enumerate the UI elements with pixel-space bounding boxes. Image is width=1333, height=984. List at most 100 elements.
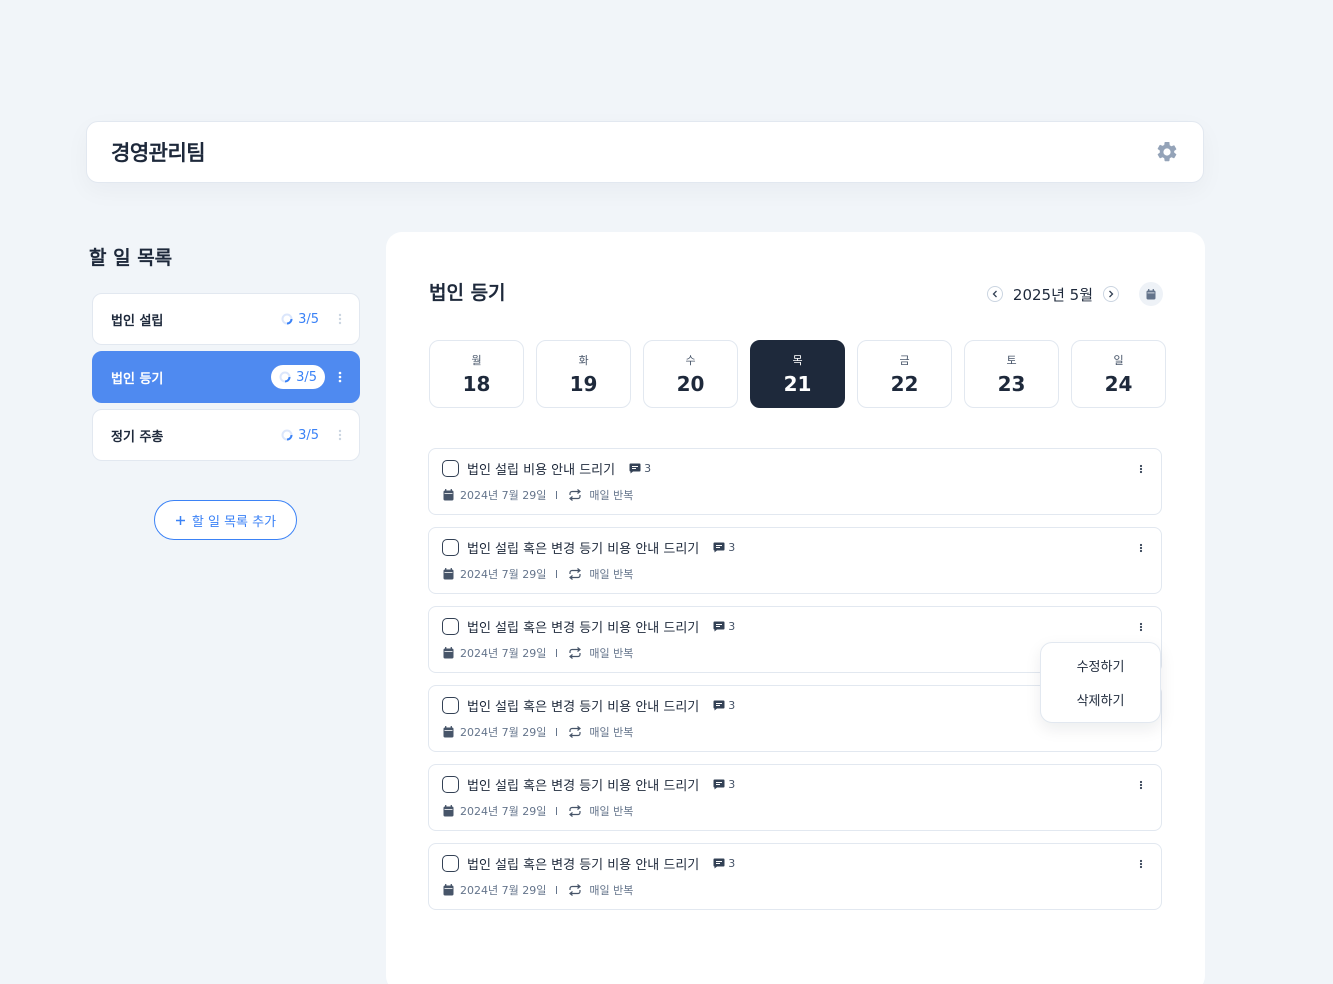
calendar-button[interactable] xyxy=(1139,282,1163,306)
sidebar-item-corporate-setup[interactable]: 법인 설립 3/5 xyxy=(92,293,360,345)
divider xyxy=(556,570,558,578)
task-date: 2024년 7월 29일 xyxy=(460,647,547,660)
divider xyxy=(556,649,558,657)
task-item: 법인 설립 비용 안내 드리기 3 2024년 7월 29일 매일 반복 xyxy=(428,448,1162,515)
day-number: 22 xyxy=(890,372,919,396)
prev-month-button[interactable] xyxy=(986,286,1003,302)
day-number: 18 xyxy=(462,372,491,396)
day-friday[interactable]: 금 22 xyxy=(857,340,952,408)
sidebar-item-annual-meeting[interactable]: 정기 주총 3/5 xyxy=(92,409,360,461)
task-title[interactable]: 법인 설립 혹은 변경 등기 비용 안내 드리기 xyxy=(467,854,699,873)
calendar-icon xyxy=(443,805,454,817)
kebab-menu-icon[interactable] xyxy=(333,427,347,443)
task-date: 2024년 7월 29일 xyxy=(460,726,547,739)
edit-menu-item[interactable]: 수정하기 xyxy=(1061,652,1141,679)
sidebar-item-label: 법인 등기 xyxy=(111,371,164,387)
task-title[interactable]: 법인 설립 혹은 변경 등기 비용 안내 드리기 xyxy=(467,696,699,715)
task-checkbox[interactable] xyxy=(442,460,459,477)
task-checkbox[interactable] xyxy=(442,539,459,556)
month-label: 2025년 5월 xyxy=(1012,285,1093,304)
progress-indicator: 3/5 xyxy=(275,426,325,445)
task-title[interactable]: 법인 설립 비용 안내 드리기 xyxy=(467,459,615,478)
task-context-menu: 수정하기 삭제하기 xyxy=(1040,642,1161,723)
comment-count[interactable]: 3 xyxy=(713,699,735,712)
task-item: 법인 설립 혹은 변경 등기 비용 안내 드리기 3 2024년 7월 29일 … xyxy=(428,843,1162,910)
comment-count-value: 3 xyxy=(728,541,736,554)
panel-title: 법인 등기 xyxy=(429,282,506,304)
plus-icon xyxy=(175,515,185,525)
day-number: 19 xyxy=(569,372,598,396)
repeat-icon xyxy=(569,647,582,659)
task-checkbox[interactable] xyxy=(442,697,459,714)
delete-menu-item[interactable]: 삭제하기 xyxy=(1061,686,1141,713)
gear-icon[interactable] xyxy=(1155,140,1179,164)
task-checkbox[interactable] xyxy=(442,618,459,635)
repeat-icon xyxy=(569,489,582,501)
day-saturday[interactable]: 토 23 xyxy=(964,340,1059,408)
repeat-icon xyxy=(569,568,582,580)
day-of-week: 목 xyxy=(792,354,803,367)
task-title[interactable]: 법인 설립 혹은 변경 등기 비용 안내 드리기 xyxy=(467,775,699,794)
repeat-icon xyxy=(569,884,582,896)
sidebar-item-label: 정기 주총 xyxy=(111,429,164,445)
day-wednesday[interactable]: 수 20 xyxy=(643,340,738,408)
day-number: 21 xyxy=(783,372,812,396)
comment-icon xyxy=(713,858,725,869)
chevron-right-icon xyxy=(1109,290,1114,298)
sidebar-item-label: 법인 설립 xyxy=(111,313,164,329)
task-repeat: 매일 반복 xyxy=(589,647,634,660)
day-of-week: 토 xyxy=(1006,354,1017,367)
task-menu-icon[interactable] xyxy=(1135,856,1147,872)
comment-count[interactable]: 3 xyxy=(629,462,651,475)
task-checkbox[interactable] xyxy=(442,776,459,793)
task-date: 2024년 7월 29일 xyxy=(460,884,547,897)
task-checkbox[interactable] xyxy=(442,855,459,872)
day-of-week: 월 xyxy=(471,354,482,367)
progress-ring-icon xyxy=(281,429,293,441)
kebab-menu-icon[interactable] xyxy=(333,311,347,327)
task-title[interactable]: 법인 설립 혹은 변경 등기 비용 안내 드리기 xyxy=(467,538,699,557)
task-menu-icon[interactable] xyxy=(1135,777,1147,793)
divider xyxy=(556,886,558,894)
comment-count[interactable]: 3 xyxy=(713,541,735,554)
task-menu-icon[interactable] xyxy=(1135,461,1147,477)
comment-count[interactable]: 3 xyxy=(713,778,735,791)
add-list-button[interactable]: 할 일 목록 추가 xyxy=(154,500,297,540)
progress-count: 3/5 xyxy=(298,427,319,443)
calendar-icon xyxy=(443,647,454,659)
task-repeat: 매일 반복 xyxy=(589,489,634,502)
progress-count: 3/5 xyxy=(296,369,317,385)
comment-count-value: 3 xyxy=(728,620,736,633)
day-of-week: 일 xyxy=(1113,354,1124,367)
sidebar-item-corporate-registration[interactable]: 법인 등기 3/5 xyxy=(92,351,360,403)
team-title: 경영관리팀 xyxy=(111,141,206,165)
comment-count[interactable]: 3 xyxy=(713,620,735,633)
comment-count[interactable]: 3 xyxy=(713,857,735,870)
comment-count-value: 3 xyxy=(728,778,736,791)
day-sunday[interactable]: 일 24 xyxy=(1071,340,1166,408)
comment-icon xyxy=(713,779,725,790)
comment-icon xyxy=(713,700,725,711)
day-number: 24 xyxy=(1104,372,1133,396)
next-month-button[interactable] xyxy=(1103,286,1119,302)
task-repeat: 매일 반복 xyxy=(589,805,634,818)
task-repeat: 매일 반복 xyxy=(589,884,634,897)
calendar-icon xyxy=(443,884,454,896)
day-of-week: 금 xyxy=(899,354,910,367)
day-number: 23 xyxy=(997,372,1026,396)
week-day-selector: 월 18 화 19 수 20 목 21 금 22 토 23 일 24 xyxy=(429,340,1166,408)
day-monday[interactable]: 월 18 xyxy=(429,340,524,408)
task-title[interactable]: 법인 설립 혹은 변경 등기 비용 안내 드리기 xyxy=(467,617,699,636)
day-tuesday[interactable]: 화 19 xyxy=(536,340,631,408)
calendar-icon xyxy=(443,726,454,738)
task-menu-icon[interactable] xyxy=(1135,540,1147,556)
task-menu-icon[interactable] xyxy=(1135,619,1147,635)
day-thursday[interactable]: 목 21 xyxy=(750,340,845,408)
comment-icon xyxy=(629,463,641,474)
progress-ring-icon xyxy=(279,371,291,383)
comment-icon xyxy=(713,621,725,632)
task-repeat: 매일 반복 xyxy=(589,568,634,581)
divider xyxy=(556,728,558,736)
progress-count: 3/5 xyxy=(298,311,319,327)
kebab-menu-icon[interactable] xyxy=(333,369,347,385)
